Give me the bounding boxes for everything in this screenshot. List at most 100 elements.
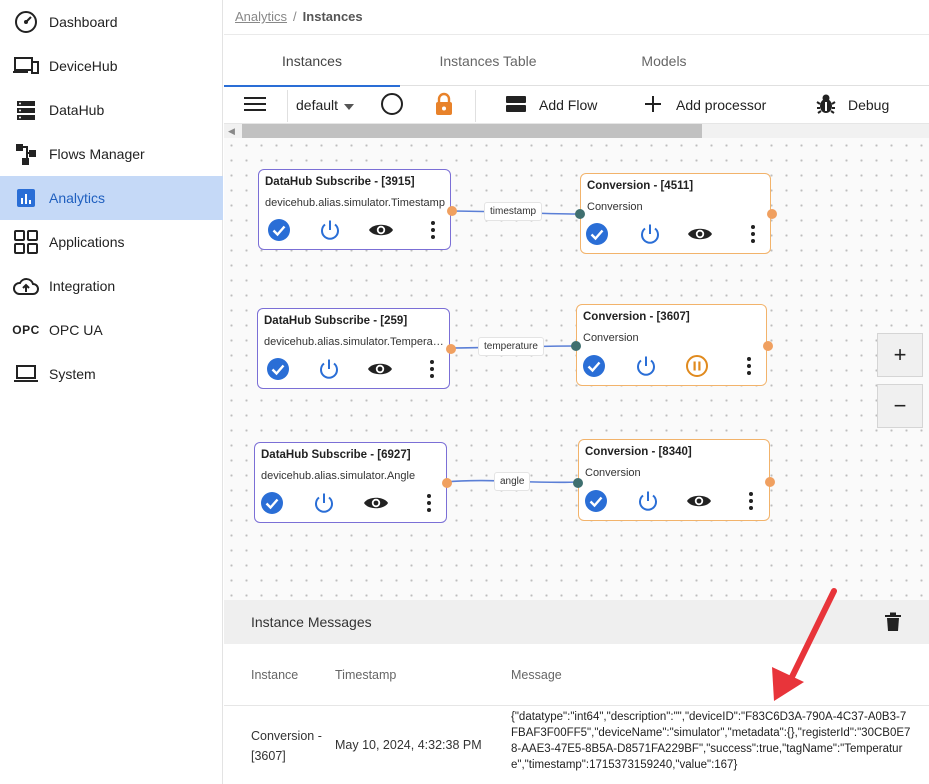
- check-circle-icon[interactable]: [584, 221, 610, 247]
- scrollbar-thumb[interactable]: [242, 124, 702, 138]
- node-subtitle: Conversion: [587, 201, 643, 213]
- add-flow-button[interactable]: Add Flow: [505, 86, 597, 124]
- power-icon[interactable]: [633, 353, 659, 379]
- sidebar-item-label: System: [49, 366, 96, 382]
- sidebar-item-label: Integration: [49, 278, 116, 294]
- horizontal-scrollbar[interactable]: ◀: [224, 124, 929, 138]
- check-circle-icon[interactable]: [266, 217, 292, 243]
- node-subtitle: Conversion: [585, 467, 641, 479]
- tab-models[interactable]: Models: [576, 35, 752, 86]
- toolbar: default Add Flow Add processor Debug: [224, 86, 929, 124]
- sidebar-item-flows-manager[interactable]: Flows Manager: [0, 132, 223, 176]
- node-conversion[interactable]: Conversion - [8340] Conversion: [573, 439, 775, 521]
- sidebar-item-system[interactable]: System: [0, 352, 223, 396]
- more-vert-icon[interactable]: [738, 488, 764, 514]
- eye-icon[interactable]: [687, 221, 713, 247]
- eye-icon[interactable]: [686, 488, 712, 514]
- cloud-upload-icon: [12, 273, 40, 299]
- flow-select-value: default: [296, 97, 339, 113]
- node-datahub-subscribe[interactable]: DataHub Subscribe - [3915] devicehub.ali…: [258, 169, 457, 250]
- tab-instances[interactable]: Instances: [224, 35, 400, 87]
- column-header-instance[interactable]: Instance: [251, 668, 298, 682]
- sidebar-item-analytics[interactable]: Analytics: [0, 176, 223, 220]
- add-processor-button[interactable]: Add processor: [644, 86, 766, 124]
- node-conversion[interactable]: Conversion - [3607] Conversion: [571, 304, 773, 386]
- menu-button[interactable]: [244, 86, 266, 124]
- node-subtitle: devicehub.alias.simulator.Angle: [261, 470, 416, 482]
- eye-icon[interactable]: [368, 217, 394, 243]
- output-port[interactable]: [763, 341, 773, 351]
- scroll-left-arrow-icon[interactable]: ◀: [228, 126, 235, 137]
- main-panel: Analytics / Instances Instances Instances …: [224, 0, 929, 784]
- zoom-in-button[interactable]: +: [877, 333, 923, 377]
- sidebar-item-label: Applications: [49, 234, 125, 250]
- check-circle-icon[interactable]: [265, 356, 291, 382]
- more-vert-icon[interactable]: [736, 353, 762, 379]
- tab-bar: Instances Instances Table Models: [224, 34, 929, 87]
- eye-icon[interactable]: [367, 356, 393, 382]
- check-circle-icon[interactable]: [259, 490, 285, 516]
- more-vert-icon[interactable]: [416, 490, 442, 516]
- power-icon[interactable]: [316, 356, 342, 382]
- more-vert-icon[interactable]: [420, 217, 446, 243]
- breadcrumb-link-analytics[interactable]: Analytics: [235, 9, 287, 24]
- caret-down-icon: [344, 97, 355, 113]
- tab-instances-table[interactable]: Instances Table: [400, 35, 576, 86]
- more-vert-icon[interactable]: [419, 356, 445, 382]
- flows-icon: [12, 141, 40, 167]
- node-datahub-subscribe[interactable]: DataHub Subscribe - [6927] devicehub.ali…: [254, 442, 452, 523]
- input-port[interactable]: [575, 209, 585, 219]
- sidebar-item-label: Analytics: [49, 190, 106, 206]
- sidebar-item-applications[interactable]: Applications: [0, 220, 223, 264]
- input-port[interactable]: [571, 341, 581, 351]
- sidebar-item-datahub[interactable]: DataHub: [0, 88, 223, 132]
- check-circle-icon[interactable]: [583, 488, 609, 514]
- node-subtitle: devicehub.alias.simulator.Timestamp: [265, 197, 445, 209]
- row-instance: Conversion - [3607]: [251, 729, 322, 763]
- sidebar-item-label: Dashboard: [49, 14, 118, 30]
- pause-circle-icon[interactable]: [684, 353, 710, 379]
- sidebar-item-devicehub[interactable]: DeviceHub: [0, 44, 223, 88]
- sidebar-item-label: OPC UA: [49, 322, 103, 338]
- input-port[interactable]: [573, 478, 583, 488]
- breadcrumb-separator: /: [293, 9, 297, 24]
- sidebar-item-dashboard[interactable]: Dashboard: [0, 0, 223, 44]
- flow-select[interactable]: default: [296, 86, 355, 124]
- power-icon[interactable]: [317, 217, 343, 243]
- output-port[interactable]: [765, 477, 775, 487]
- output-port[interactable]: [446, 344, 456, 354]
- flow-canvas[interactable]: DataHub Subscribe - [3915] devicehub.ali…: [224, 138, 929, 600]
- power-icon[interactable]: [635, 488, 661, 514]
- column-header-timestamp[interactable]: Timestamp: [335, 668, 396, 682]
- status-circle-button[interactable]: [380, 86, 404, 124]
- node-datahub-subscribe[interactable]: DataHub Subscribe - [259] devicehub.alia…: [257, 308, 456, 389]
- analytics-icon: [12, 185, 40, 211]
- power-icon[interactable]: [311, 490, 337, 516]
- node-conversion[interactable]: Conversion - [4511] Conversion: [575, 173, 777, 254]
- sidebar-item-opc-ua[interactable]: OPC OPC UA: [0, 308, 223, 352]
- lock-button[interactable]: [434, 86, 454, 124]
- zoom-out-button[interactable]: −: [877, 384, 923, 428]
- node-title: DataHub Subscribe - [3915]: [265, 176, 415, 188]
- output-port[interactable]: [447, 206, 457, 216]
- power-icon[interactable]: [637, 221, 663, 247]
- bug-icon: [816, 93, 836, 118]
- add-flow-label: Add Flow: [539, 97, 598, 113]
- trash-icon: [884, 612, 902, 636]
- delete-messages-button[interactable]: [884, 612, 902, 632]
- output-port[interactable]: [767, 209, 777, 219]
- sidebar-item-label: DeviceHub: [49, 58, 118, 74]
- sidebar-item-integration[interactable]: Integration: [0, 264, 223, 308]
- edge-label: temperature: [478, 337, 544, 356]
- eye-icon[interactable]: [363, 490, 389, 516]
- node-title: Conversion - [4511]: [587, 180, 694, 192]
- circle-outline-icon: [380, 92, 404, 119]
- devices-icon: [12, 53, 40, 79]
- column-header-message[interactable]: Message: [511, 668, 562, 682]
- output-port[interactable]: [442, 478, 452, 488]
- debug-button[interactable]: Debug: [816, 86, 889, 124]
- more-vert-icon[interactable]: [740, 221, 766, 247]
- check-circle-icon[interactable]: [581, 353, 607, 379]
- edge-label: angle: [494, 472, 531, 491]
- edge-label: timestamp: [484, 202, 543, 221]
